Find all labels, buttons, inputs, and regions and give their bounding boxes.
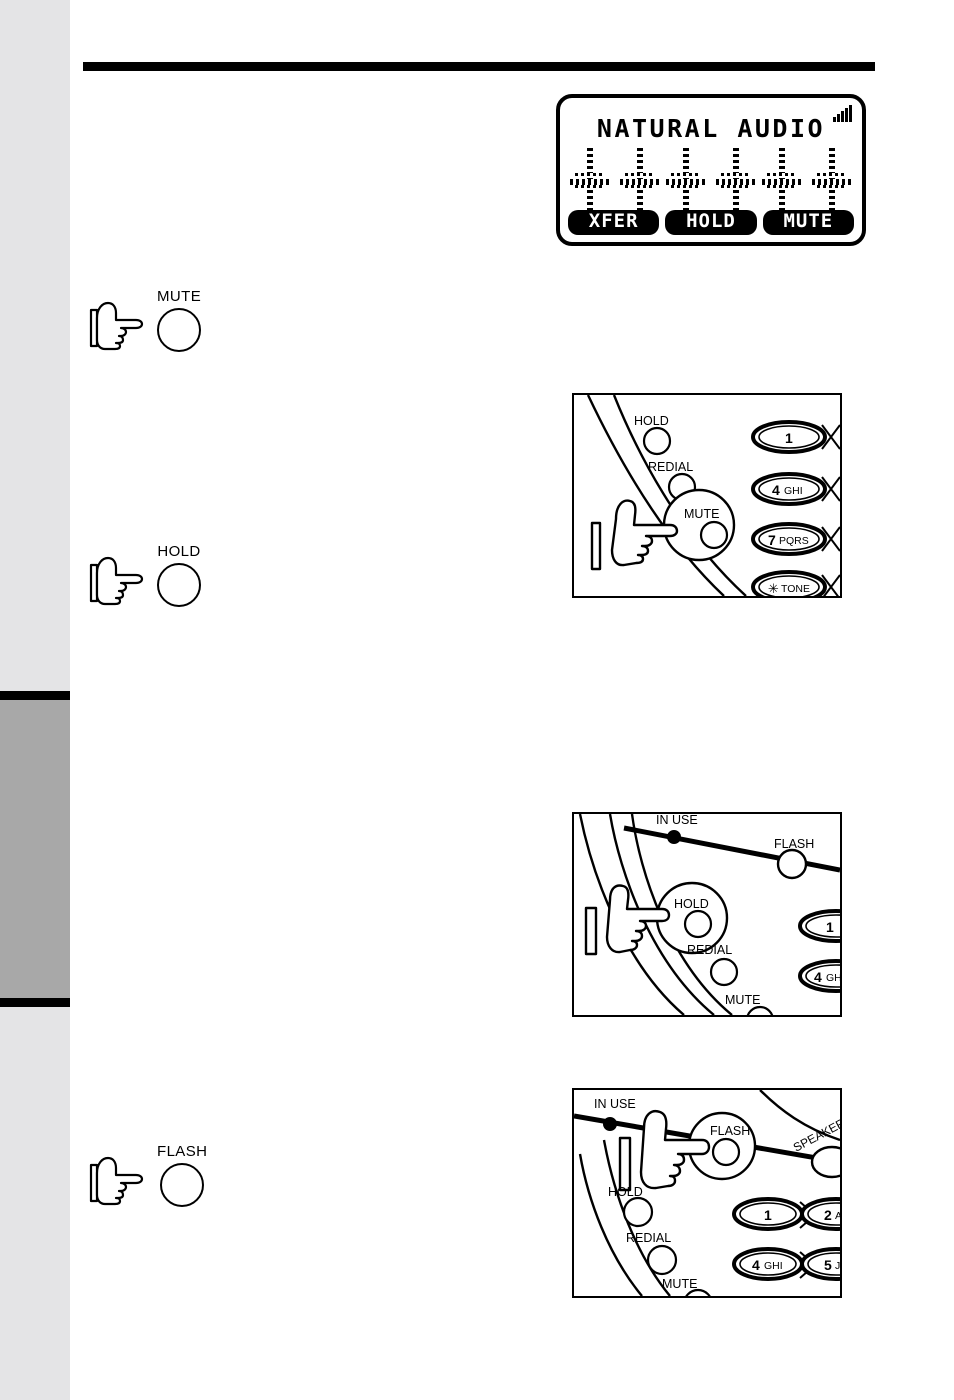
svg-text:1: 1: [826, 919, 834, 935]
key-mute-button[interactable]: [157, 308, 202, 352]
key-hold-button[interactable]: [157, 563, 201, 607]
figure3-label-mute: MUTE: [662, 1277, 697, 1291]
cross-arrow-icon: [620, 148, 660, 216]
index-tab-rule-top: [0, 691, 70, 700]
figure-press-flash: IN USE FLASH SPEAKER HOLD REDIAL MUTE 1 …: [572, 1088, 842, 1298]
lcd-indicator-group-hold: [664, 148, 758, 216]
key-mute-label: MUTE: [157, 288, 202, 305]
softkey-mute[interactable]: MUTE: [762, 210, 854, 235]
figure3-keypad: 1 2 A 4 GHI 5 J: [732, 1197, 840, 1281]
svg-text:TONE: TONE: [781, 583, 810, 595]
key-hold-label: HOLD: [157, 543, 201, 560]
figure2-label-flash: FLASH: [774, 837, 814, 851]
pointing-hand-icon: [89, 1156, 144, 1206]
figure2-label-mute: MUTE: [725, 993, 760, 1007]
cross-arrow-icon: [762, 148, 802, 216]
figure3-label-hold: HOLD: [608, 1185, 643, 1199]
figure3-label-in-use: IN USE: [594, 1097, 636, 1111]
key-hold[interactable]: HOLD: [157, 543, 201, 607]
lcd-indicator-row: [568, 146, 854, 218]
svg-text:J: J: [835, 1260, 840, 1272]
figure-press-hold: IN USE FLASH HOLD REDIAL MUTE 1 4 GH: [572, 812, 842, 1017]
key-flash-label: FLASH: [157, 1143, 208, 1160]
lcd-display: NATURAL AUDIO XFER HOLD MUTE: [556, 94, 866, 246]
svg-text:4: 4: [814, 969, 822, 985]
key-flash-button[interactable]: [160, 1163, 205, 1207]
key-mute[interactable]: MUTE: [157, 288, 202, 352]
index-tab-rule-bottom: [0, 998, 70, 1007]
softkey-xfer[interactable]: XFER: [568, 210, 660, 235]
figure1-label-mute: MUTE: [684, 507, 719, 521]
svg-text:2: 2: [824, 1207, 832, 1223]
index-tab: [0, 700, 70, 998]
svg-text:A: A: [835, 1210, 840, 1222]
figure2-label-hold: HOLD: [674, 897, 709, 911]
figure3-label-flash: FLASH: [710, 1124, 750, 1138]
instruction-hold: HOLD: [83, 543, 201, 607]
figure1-keypad: 1 4 GHI 7 PQRS ✳ TONE: [751, 420, 840, 596]
svg-text:4: 4: [752, 1257, 760, 1273]
instruction-flash: FLASH: [83, 1143, 207, 1207]
svg-text:7: 7: [768, 532, 776, 548]
svg-text:GH: GH: [826, 972, 840, 984]
figure2-label-in-use: IN USE: [656, 814, 698, 827]
figure2-label-redial: REDIAL: [687, 943, 732, 957]
pointing-hand-icon: [89, 301, 144, 351]
svg-text:4: 4: [772, 482, 780, 498]
lcd-title: NATURAL AUDIO: [596, 114, 826, 143]
cross-arrow-icon: [666, 148, 706, 216]
key-flash[interactable]: FLASH: [157, 1143, 207, 1207]
svg-text:GHI: GHI: [784, 485, 803, 497]
svg-text:✳: ✳: [768, 582, 779, 596]
cross-arrow-icon: [570, 148, 610, 216]
svg-text:GHI: GHI: [764, 1260, 783, 1272]
softkey-hold[interactable]: HOLD: [665, 210, 757, 235]
figure2-keypad: 1 4 GH: [798, 909, 840, 993]
figure1-label-hold: HOLD: [634, 414, 669, 428]
instruction-mute: MUTE: [83, 288, 202, 352]
figure3-label-redial: REDIAL: [626, 1231, 671, 1245]
figure-press-mute: HOLD REDIAL MUTE 1 4 GHI 7 PQRS ✳ TONE: [572, 393, 842, 598]
cross-arrow-icon: [812, 148, 852, 216]
lcd-softkey-row: XFER HOLD MUTE: [568, 210, 854, 235]
svg-text:1: 1: [764, 1207, 772, 1223]
pointing-hand-icon: [89, 556, 144, 606]
svg-text:5: 5: [824, 1257, 832, 1273]
figure1-label-redial: REDIAL: [648, 460, 693, 474]
svg-text:1: 1: [785, 430, 793, 446]
lcd-indicator-group-xfer: [568, 148, 662, 216]
svg-text:PQRS: PQRS: [779, 535, 809, 547]
lcd-indicator-group-mute: [760, 148, 854, 216]
header-rule: [83, 62, 875, 71]
cross-arrow-icon: [716, 148, 756, 216]
